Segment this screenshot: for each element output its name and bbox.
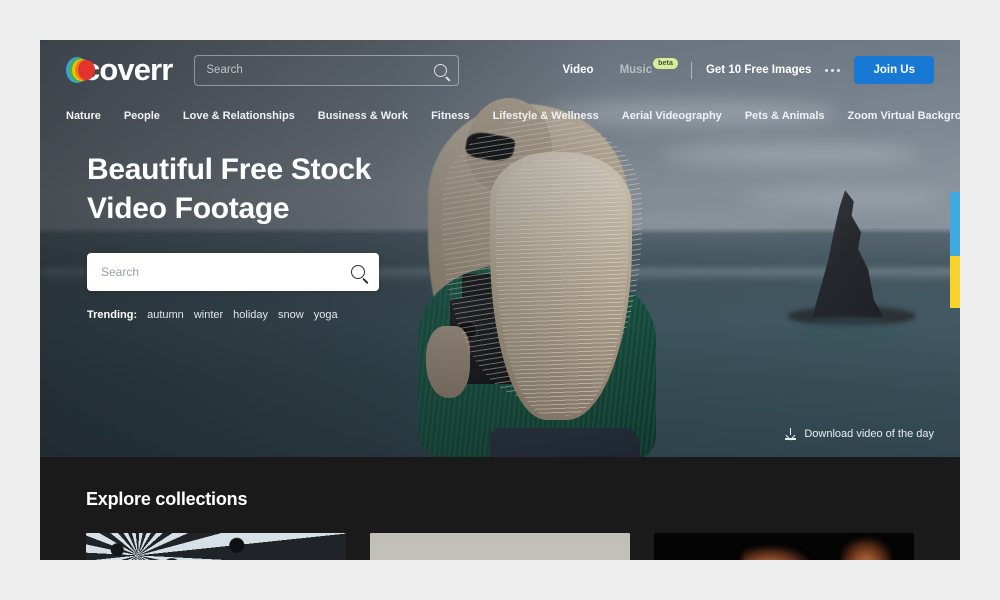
header-search-box[interactable]	[194, 54, 460, 86]
music-beta-badge: beta	[653, 57, 678, 69]
color-strip-blue	[950, 192, 960, 256]
category-nav: Nature People Love & Relationships Busin…	[40, 100, 960, 132]
category-fitness[interactable]: Fitness	[431, 110, 470, 122]
browser-page-frame: coverr Video Music beta Get 10 Free Imag…	[40, 40, 960, 560]
free-images-link[interactable]: Get 10 Free Images	[706, 64, 811, 76]
explore-collections-section: Explore collections	[40, 457, 960, 560]
category-nature[interactable]: Nature	[66, 110, 101, 122]
trending-tag-yoga[interactable]: yoga	[314, 309, 338, 321]
trending-tag-autumn[interactable]: autumn	[147, 309, 184, 321]
hero-search-box[interactable]	[87, 253, 379, 291]
category-zoom-virtual-backgrounds[interactable]: Zoom Virtual Backgrounds	[848, 110, 961, 122]
hero-banner: coverr Video Music beta Get 10 Free Imag…	[40, 40, 960, 457]
trending-row: Trending: autumn winter holiday snow yog…	[87, 309, 517, 321]
header-nav-right: Video Music beta Get 10 Free Images Join…	[562, 56, 934, 84]
collection-card-2[interactable]	[370, 533, 630, 560]
nav-music-link[interactable]: Music	[620, 64, 653, 76]
trending-label: Trending:	[87, 309, 138, 321]
download-video-of-the-day-button[interactable]: Download video of the day	[785, 428, 934, 440]
logo-rainbow-icon	[66, 55, 95, 85]
trending-tag-holiday[interactable]: holiday	[233, 309, 268, 321]
hero-content: Beautiful Free Stock Video Footage Trend…	[87, 150, 517, 321]
collection-card-3[interactable]	[654, 533, 914, 560]
logo-wordmark: coverr	[83, 52, 173, 87]
collection-card-1[interactable]	[86, 533, 346, 560]
collection-cards-row	[86, 533, 914, 560]
download-icon	[785, 428, 797, 440]
ellipsis-icon[interactable]	[825, 68, 841, 72]
explore-collections-title: Explore collections	[86, 489, 248, 509]
side-color-strip	[950, 192, 960, 308]
site-header: coverr Video Music beta Get 10 Free Imag…	[40, 40, 960, 100]
category-aerial-videography[interactable]: Aerial Videography	[622, 110, 722, 122]
nav-video-link[interactable]: Video	[562, 64, 593, 76]
category-people[interactable]: People	[124, 110, 160, 122]
category-love-relationships[interactable]: Love & Relationships	[183, 110, 295, 122]
category-lifestyle-wellness[interactable]: Lifestyle & Wellness	[493, 110, 599, 122]
coverr-logo[interactable]: coverr	[66, 52, 173, 88]
trending-tag-snow[interactable]: snow	[278, 309, 304, 321]
search-icon[interactable]	[351, 265, 365, 279]
hero-title: Beautiful Free Stock Video Footage	[87, 153, 372, 225]
download-video-label: Download video of the day	[804, 428, 934, 440]
header-search-input[interactable]	[206, 64, 435, 76]
category-pets-animals[interactable]: Pets & Animals	[745, 110, 825, 122]
search-icon	[434, 63, 448, 77]
join-us-button[interactable]: Join Us	[854, 56, 934, 84]
header-divider	[690, 61, 692, 79]
trending-tag-winter[interactable]: winter	[194, 309, 223, 321]
hero-search-input[interactable]	[101, 265, 351, 279]
category-business-work[interactable]: Business & Work	[318, 110, 408, 122]
color-strip-yellow	[950, 255, 960, 308]
